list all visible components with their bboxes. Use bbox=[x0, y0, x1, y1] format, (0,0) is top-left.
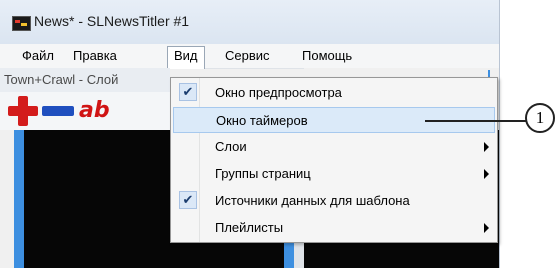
menu-item-data-sources[interactable]: ✔ Источники данных для шаблона bbox=[173, 188, 495, 214]
menu-item-preview-window[interactable]: ✔ Окно предпросмотра bbox=[173, 80, 495, 106]
submenu-arrow-icon bbox=[484, 142, 489, 152]
checkmark-icon: ✔ bbox=[179, 83, 197, 101]
submenu-arrow-icon bbox=[484, 169, 489, 179]
callout-number-badge: 1 bbox=[525, 103, 555, 133]
menu-edit[interactable]: Правка bbox=[67, 47, 123, 65]
menu-item-label: Окно предпросмотра bbox=[215, 85, 342, 100]
add-icon[interactable] bbox=[8, 96, 38, 126]
remove-icon[interactable] bbox=[42, 106, 74, 116]
title-bar: News* - SLNewsTitler #1 bbox=[0, 0, 499, 45]
app-logo-icon bbox=[12, 16, 31, 31]
menu-item-label: Источники данных для шаблона bbox=[215, 193, 410, 208]
menu-file[interactable]: Файл bbox=[16, 47, 60, 65]
window-title: News* - SLNewsTitler #1 bbox=[34, 13, 190, 29]
menu-item-layers[interactable]: Слои bbox=[173, 134, 495, 160]
callout-leader-line bbox=[425, 120, 526, 122]
submenu-arrow-icon bbox=[484, 223, 489, 233]
menu-item-label: Слои bbox=[215, 139, 247, 154]
text-icon[interactable]: ab bbox=[79, 98, 110, 123]
document-tab-row: Town+Crawl - Слой bbox=[0, 68, 170, 93]
document-tab[interactable]: Town+Crawl - Слой bbox=[4, 72, 118, 87]
toolbar: ab bbox=[0, 92, 170, 130]
menu-bar: Файл Правка Вид Сервис Помощь bbox=[0, 44, 499, 69]
menu-item-label: Плейлисты bbox=[215, 220, 284, 235]
view-menu-dropdown: ✔ Окно предпросмотра Окно таймеров Слои … bbox=[170, 77, 498, 243]
menu-view[interactable]: Вид bbox=[167, 46, 205, 69]
layer-strip-left bbox=[14, 130, 24, 268]
menu-item-page-groups[interactable]: Группы страниц bbox=[173, 161, 495, 187]
checkmark-icon: ✔ bbox=[179, 191, 197, 209]
menu-item-playlists[interactable]: Плейлисты bbox=[173, 215, 495, 241]
menu-help[interactable]: Помощь bbox=[296, 47, 358, 65]
menu-item-label: Группы страниц bbox=[215, 166, 311, 181]
menu-item-label: Окно таймеров bbox=[216, 113, 308, 128]
menu-service[interactable]: Сервис bbox=[219, 47, 276, 65]
